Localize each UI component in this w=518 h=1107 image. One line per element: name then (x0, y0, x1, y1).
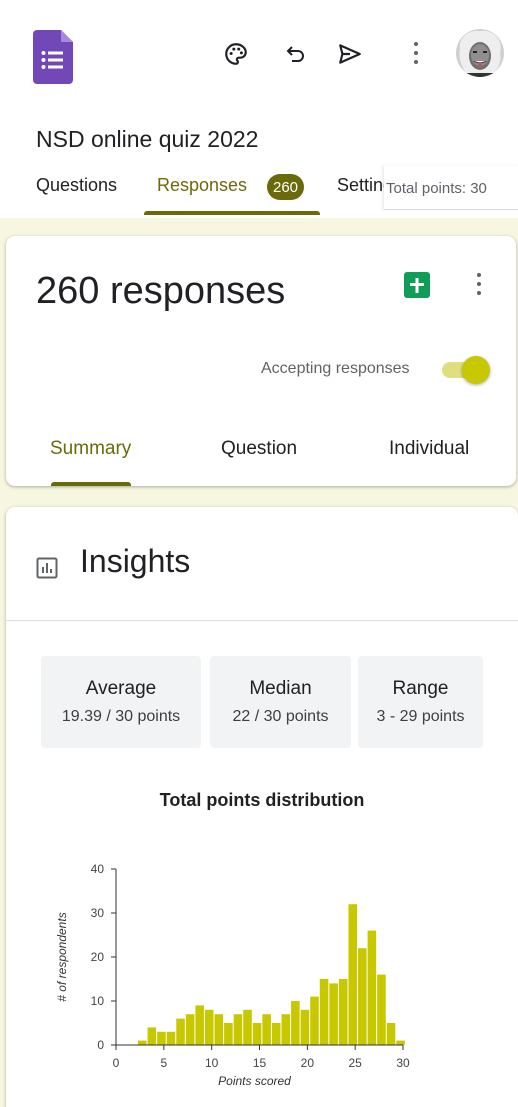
chart-bar (157, 1031, 166, 1045)
chart-bar (176, 1018, 185, 1045)
accepting-responses-label: Accepting responses (261, 360, 410, 377)
google-forms-logo-icon[interactable] (33, 30, 73, 84)
chart-y-tick-label: 40 (91, 862, 105, 876)
stat-range-value: 3 - 29 points (376, 708, 465, 725)
stat-median-value: 22 / 30 points (232, 708, 329, 725)
stat-median: Median 22 / 30 points (210, 656, 351, 748)
chart-x-tick-label: 0 (113, 1056, 120, 1070)
chart-x-tick-label: 20 (301, 1056, 315, 1070)
avatar[interactable] (456, 29, 504, 77)
send-icon[interactable] (332, 36, 368, 72)
stat-average: Average 19.39 / 30 points (41, 656, 201, 748)
chart-x-tick-label: 10 (205, 1056, 219, 1070)
chart-bar (147, 1027, 157, 1045)
form-title: NSD online quiz 2022 (36, 126, 259, 152)
chart-bar (224, 1023, 233, 1045)
insights-card: Insights Average 19.39 / 30 points Media… (6, 507, 518, 1107)
chart-bar (138, 1040, 147, 1045)
chart-bar (262, 1014, 271, 1045)
chart-bar (367, 930, 377, 1045)
chart-x-axis-label: Points scored (218, 1074, 291, 1088)
chart-bar (329, 983, 338, 1045)
chart-y-axis-label: # of respondents (55, 912, 69, 1001)
chart-y-tick-label: 30 (91, 906, 105, 920)
chart-bar (233, 1014, 243, 1045)
app-bar: NSD online quiz 2022 Questions Responses… (0, 0, 518, 218)
chart-bar (300, 1009, 310, 1045)
tab-responses[interactable]: Responses (157, 175, 247, 196)
responses-count-badge: 260 (267, 174, 305, 200)
total-points-label: Total points: 30 (384, 166, 518, 210)
subtab-individual[interactable]: Individual (389, 438, 469, 460)
subtab-summary[interactable]: Summary (50, 438, 131, 460)
chart-bar (319, 979, 329, 1045)
chart-bar (214, 1014, 224, 1045)
subtab-question[interactable]: Question (221, 438, 297, 460)
chart-bar (166, 1031, 176, 1045)
active-tab-indicator (144, 211, 320, 215)
chart-bar (243, 1009, 252, 1045)
insights-chart-icon (36, 557, 58, 579)
more-vert-icon[interactable] (406, 38, 426, 68)
chart-bar (204, 1009, 214, 1045)
active-subtab-indicator (51, 482, 131, 486)
insights-title: Insights (80, 543, 191, 579)
chart-x-tick-label: 30 (396, 1056, 410, 1070)
chart-bar (386, 1023, 396, 1045)
chart-x-tick-label: 5 (160, 1056, 167, 1070)
chart-bar (338, 979, 348, 1045)
palette-icon[interactable] (218, 36, 254, 72)
points-distribution-chart: 0 10 20 30 40 0 5 10 15 20 25 30 Points scored # of r… (55, 862, 410, 1088)
chart-bar (195, 1005, 204, 1045)
chart-title: Total points distribution (159, 790, 365, 810)
tab-questions[interactable]: Questions (36, 175, 117, 196)
chart-y-tick-label: 10 (91, 994, 105, 1008)
toggle-thumb[interactable] (462, 356, 490, 384)
stat-average-label: Average (85, 678, 157, 699)
responses-count-title: 260 responses (36, 270, 286, 312)
chart-bar (348, 904, 358, 1045)
chart-y-tick-label: 20 (91, 950, 105, 964)
chart-x-tick-label: 25 (348, 1056, 362, 1070)
responses-card: 260 responses Accepting responses Summar… (6, 236, 516, 486)
chart-bar (358, 948, 367, 1045)
chart-bar (377, 974, 386, 1045)
chart-bar (271, 1023, 281, 1045)
chart-bar (252, 1023, 262, 1045)
chart-bar (291, 1001, 300, 1045)
stat-range: Range 3 - 29 points (358, 656, 483, 748)
google-sheets-icon[interactable] (404, 272, 430, 298)
chart-x-tick-label: 15 (253, 1056, 267, 1070)
chart-y-tick-label: 0 (97, 1038, 104, 1052)
stat-average-value: 19.39 / 30 points (61, 708, 181, 725)
undo-icon[interactable] (278, 36, 314, 72)
stat-range-label: Range (392, 678, 449, 699)
responses-more-icon[interactable] (469, 269, 489, 299)
chart-bar (185, 1014, 195, 1045)
insights-divider (6, 620, 518, 621)
chart-bar (396, 1040, 405, 1045)
chart-bar (310, 996, 319, 1045)
tab-settings[interactable]: Settings (337, 175, 385, 196)
stat-median-label: Median (249, 678, 312, 699)
chart-bar (281, 1014, 291, 1045)
